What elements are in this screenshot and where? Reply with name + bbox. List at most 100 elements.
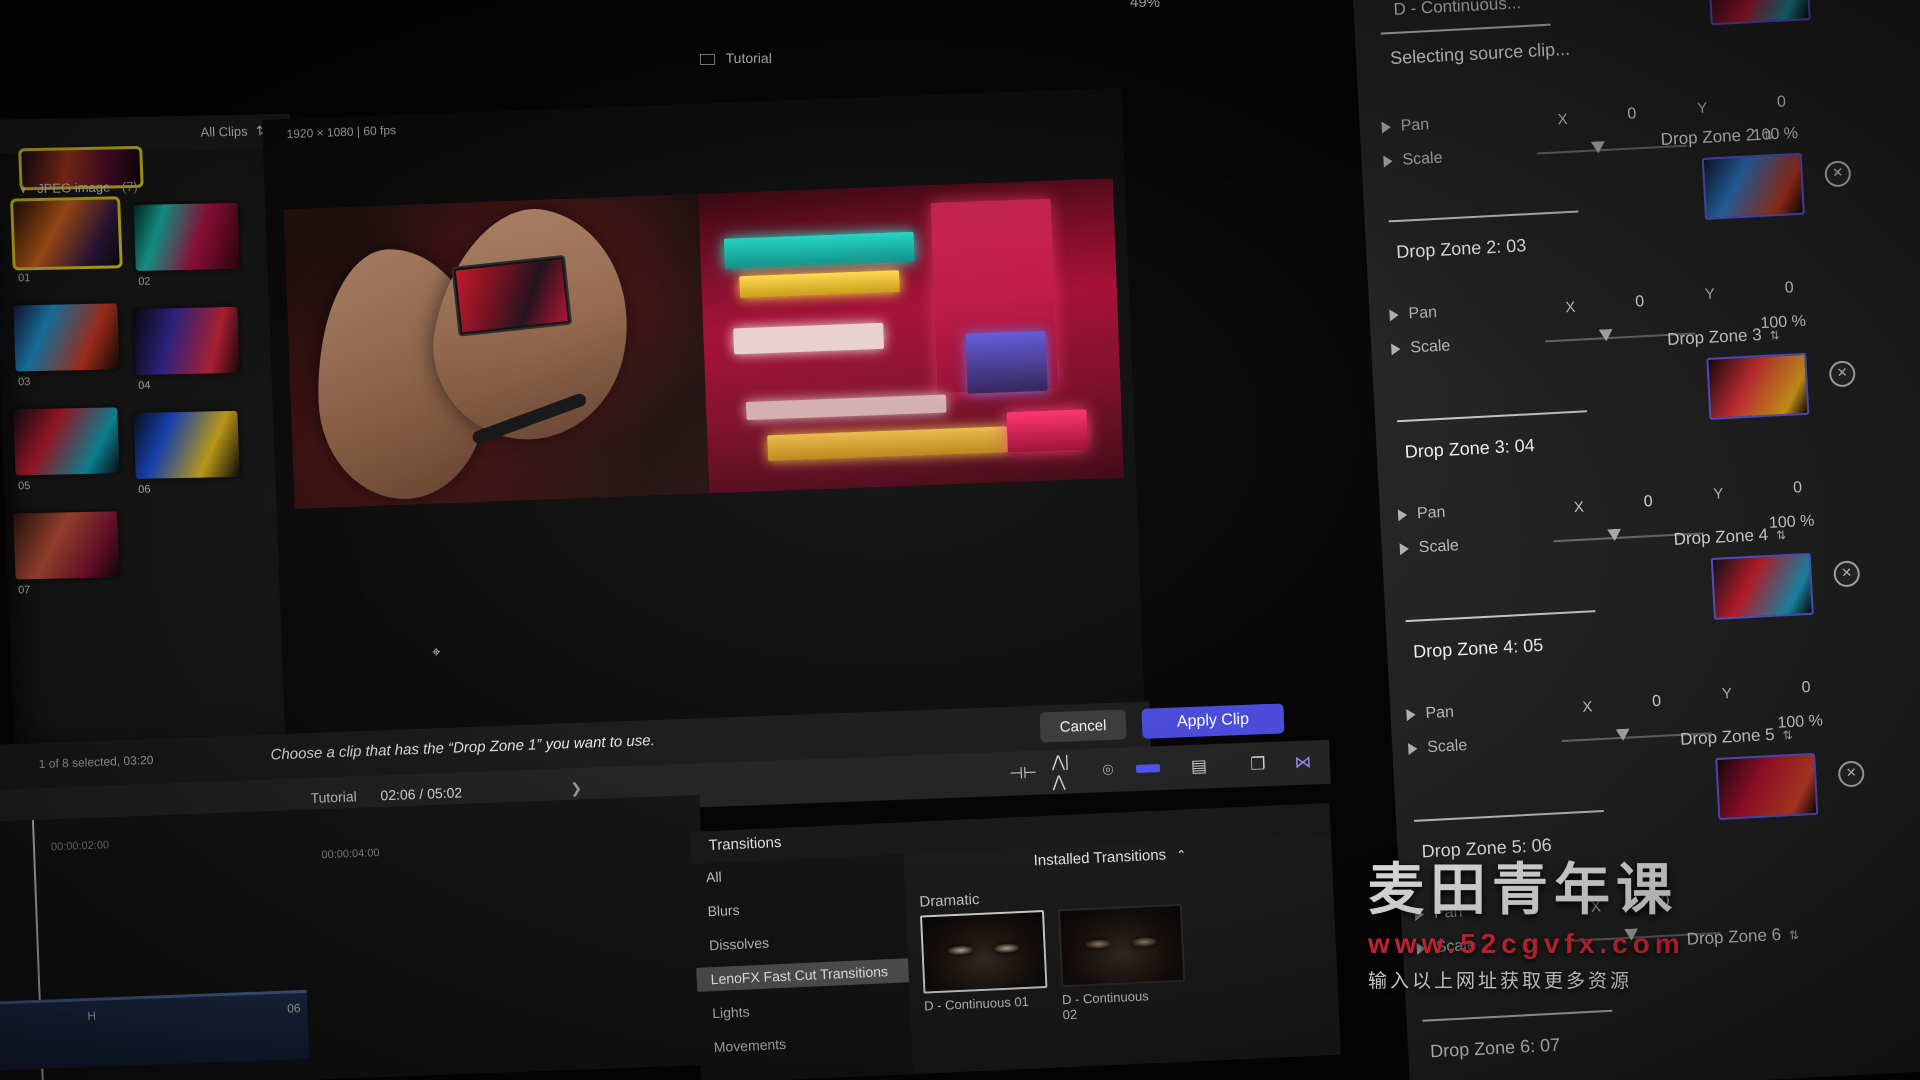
effects-bypass-icon[interactable]: ⋈ bbox=[1289, 749, 1316, 776]
timeline-history-forward-icon[interactable]: ❯ bbox=[570, 780, 582, 797]
browser-filter-button[interactable]: All Clips ⇅ bbox=[200, 123, 267, 140]
transition-item-label: D - Continuous 02 bbox=[1061, 988, 1149, 1023]
browser-group-header[interactable]: ▼ JPEG image (7) bbox=[18, 179, 138, 196]
audio-waveform-icon[interactable]: ⋀|⋀ bbox=[1051, 754, 1079, 792]
transitions-category-lenofx[interactable]: LenoFX Fast Cut Transitions bbox=[696, 957, 924, 992]
pan-row[interactable]: Pan bbox=[1381, 116, 1430, 136]
pan-row[interactable]: Pan bbox=[1397, 504, 1446, 524]
index-icon[interactable]: ▤ bbox=[1185, 753, 1212, 780]
chevron-updown-icon[interactable]: ⇅ bbox=[1782, 728, 1793, 743]
viewer-zoom-level[interactable]: 49% bbox=[1130, 0, 1160, 11]
browser-thumbnail[interactable]: 01 bbox=[10, 196, 123, 284]
scale-label: Scale bbox=[1409, 337, 1451, 357]
drop-zone-thumbnail[interactable] bbox=[1707, 0, 1811, 26]
scale-row[interactable]: Scale bbox=[1408, 737, 1468, 758]
viewer-format-info: 1920 × 1080 | 60 fps bbox=[286, 122, 397, 142]
disclosure-triangle-icon[interactable] bbox=[1399, 542, 1410, 556]
transitions-browser[interactable]: Transitions All Blurs Dissolves LenoFX F… bbox=[690, 802, 1341, 1080]
disclosure-triangle-icon[interactable] bbox=[1383, 154, 1393, 168]
transitions-category-dissolves[interactable]: Dissolves bbox=[709, 931, 770, 958]
close-circle-icon[interactable]: ✕ bbox=[1824, 160, 1852, 188]
apply-clip-button[interactable]: Apply Clip bbox=[1141, 703, 1285, 739]
browser-thumbnail[interactable]: 03 bbox=[13, 303, 120, 388]
pan-x-value[interactable]: 0 bbox=[1652, 693, 1662, 711]
disclosure-triangle-icon[interactable] bbox=[1406, 708, 1416, 721]
drop-zone-heading[interactable]: Drop Zone 2 ⇅ bbox=[1660, 124, 1773, 150]
timeline-timecode[interactable]: 02:06 / 05:02 bbox=[380, 784, 462, 803]
drop-zone-heading[interactable]: Drop Zone 3 ⇅ bbox=[1667, 324, 1780, 350]
pan-row[interactable]: Pan bbox=[1389, 304, 1437, 324]
chevron-updown-icon[interactable]: ⇅ bbox=[1763, 128, 1774, 143]
disclosure-triangle-icon[interactable] bbox=[1391, 342, 1401, 356]
pan-y-value[interactable]: 0 bbox=[1784, 279, 1794, 297]
project-tab[interactable]: Tutorial bbox=[700, 50, 772, 66]
pan-y-value[interactable]: 0 bbox=[1801, 679, 1811, 697]
scale-slider-knob[interactable] bbox=[1599, 329, 1614, 342]
installed-transitions-selector[interactable]: Installed Transitions ⌃ bbox=[1033, 846, 1186, 869]
browser-thumbnail[interactable]: 05 bbox=[13, 407, 120, 492]
pan-x-value[interactable]: 0 bbox=[1627, 105, 1637, 123]
trim-icon[interactable]: ⊣⊢ bbox=[1009, 760, 1037, 787]
close-circle-icon[interactable]: ✕ bbox=[1837, 760, 1865, 788]
cancel-button[interactable]: Cancel bbox=[1039, 709, 1127, 743]
headphone-icon[interactable]: ⌾ bbox=[1095, 757, 1122, 784]
transition-preview[interactable] bbox=[920, 910, 1048, 994]
viewer-image bbox=[283, 178, 1125, 510]
browser-thumbnail[interactable]: 07 bbox=[13, 511, 120, 596]
chevron-updown-icon[interactable]: ⇅ bbox=[1769, 328, 1780, 343]
scale-row[interactable]: Scale bbox=[1399, 537, 1459, 558]
transitions-category-lights[interactable]: Lights bbox=[712, 999, 750, 1025]
transitions-category-blurs[interactable]: Blurs bbox=[707, 898, 740, 923]
viewer-frame-right bbox=[698, 178, 1125, 494]
drop-zone-section[interactable]: Drop Zone 4 ⇅ ✕ Drop Zone 4: 05 Pan X 0 Y… bbox=[1384, 525, 1920, 756]
transitions-category-list[interactable]: All Blurs Dissolves LenoFX Fast Cut Tran… bbox=[691, 854, 924, 1080]
disclosure-triangle-icon[interactable] bbox=[1381, 120, 1392, 134]
drop-zone-section[interactable]: Drop Zone 5 ⇅ ✕ Drop Zone 5: 06 Pan X 0 S… bbox=[1395, 725, 1920, 956]
drop-zone-heading[interactable]: Drop Zone 4 ⇅ bbox=[1673, 524, 1786, 550]
duplicate-display-icon[interactable]: ❐ bbox=[1244, 751, 1271, 778]
pan-y-value[interactable]: 0 bbox=[1793, 479, 1803, 497]
browser-thumbnail[interactable]: 04 bbox=[133, 306, 240, 392]
drop-zone-heading-label: Drop Zone 4 bbox=[1673, 524, 1769, 549]
drop-zone-heading[interactable]: Drop Zone 5 ⇅ bbox=[1680, 724, 1793, 750]
drop-zone-section[interactable]: Drop Zone 2 ⇅ ✕ Drop Zone 2: 03 Pan X 0 Y… bbox=[1363, 125, 1920, 356]
scale-slider-knob[interactable] bbox=[1616, 728, 1631, 741]
drop-zone-thumbnail[interactable] bbox=[1715, 752, 1819, 820]
pan-y-label: Y bbox=[1721, 685, 1733, 703]
disclosure-triangle-icon[interactable]: ▼ bbox=[19, 185, 28, 195]
drop-zone-thumbnail[interactable] bbox=[1701, 152, 1805, 220]
drop-zone-thumbnail[interactable] bbox=[1706, 352, 1810, 420]
close-circle-icon[interactable]: ✕ bbox=[1833, 560, 1861, 588]
pan-y-label: Y bbox=[1712, 485, 1724, 503]
pan-y-value[interactable]: 0 bbox=[1777, 93, 1787, 111]
browser-selection-status: 1 of 8 selected, 03:20 bbox=[38, 752, 154, 772]
scale-row[interactable]: Scale bbox=[1391, 337, 1451, 358]
scale-row[interactable]: Scale bbox=[1383, 150, 1443, 171]
transitions-category-all[interactable]: All bbox=[706, 865, 723, 890]
close-circle-icon[interactable]: ✕ bbox=[1828, 360, 1856, 388]
disclosure-triangle-icon[interactable] bbox=[1397, 508, 1408, 522]
browser-thumbnail[interactable]: 02 bbox=[133, 202, 240, 288]
drop-zone-section[interactable]: Drop Zone 3 ⇅ ✕ Drop Zone 3: 04 Pan X 0 Y… bbox=[1374, 325, 1920, 556]
browser-thumbnail[interactable]: 06 bbox=[133, 410, 240, 496]
transitions-category-movements[interactable]: Movements bbox=[713, 1032, 786, 1059]
transition-item[interactable]: D - Continuous 01 bbox=[920, 910, 1048, 1014]
chevron-updown-icon[interactable]: ⇅ bbox=[1776, 528, 1787, 543]
transition-preview[interactable] bbox=[1057, 903, 1186, 988]
drop-zone-thumbnail[interactable] bbox=[1710, 552, 1814, 620]
scale-slider-knob[interactable] bbox=[1591, 141, 1606, 154]
pan-x-value[interactable]: 0 bbox=[1643, 493, 1653, 511]
audio-meter-icon[interactable] bbox=[1135, 755, 1162, 782]
pan-row[interactable]: Pan bbox=[1406, 704, 1454, 724]
scale-slider-knob[interactable] bbox=[1607, 529, 1622, 542]
transition-item[interactable]: D - Continuous 02 bbox=[1057, 903, 1186, 1023]
timeline-clip[interactable]: H 06 bbox=[0, 989, 310, 1071]
disclosure-triangle-icon[interactable] bbox=[1389, 308, 1399, 322]
timeline[interactable]: 00:00:02:00 00:00:04:00 H 06 bbox=[0, 794, 710, 1080]
timeline-tick-label: 00:00:02:00 bbox=[50, 839, 110, 854]
drop-zone-section[interactable]: Pan X 0 Y 0 Scale 100 % ✕ bbox=[1359, 0, 1920, 169]
disclosure-triangle-icon[interactable] bbox=[1408, 742, 1418, 755]
pan-x-value[interactable]: 0 bbox=[1635, 293, 1645, 311]
inspector-title: D - Continuous... bbox=[1393, 0, 1522, 19]
viewer[interactable]: 1920 × 1080 | 60 fps ⌖ bbox=[262, 87, 1145, 740]
